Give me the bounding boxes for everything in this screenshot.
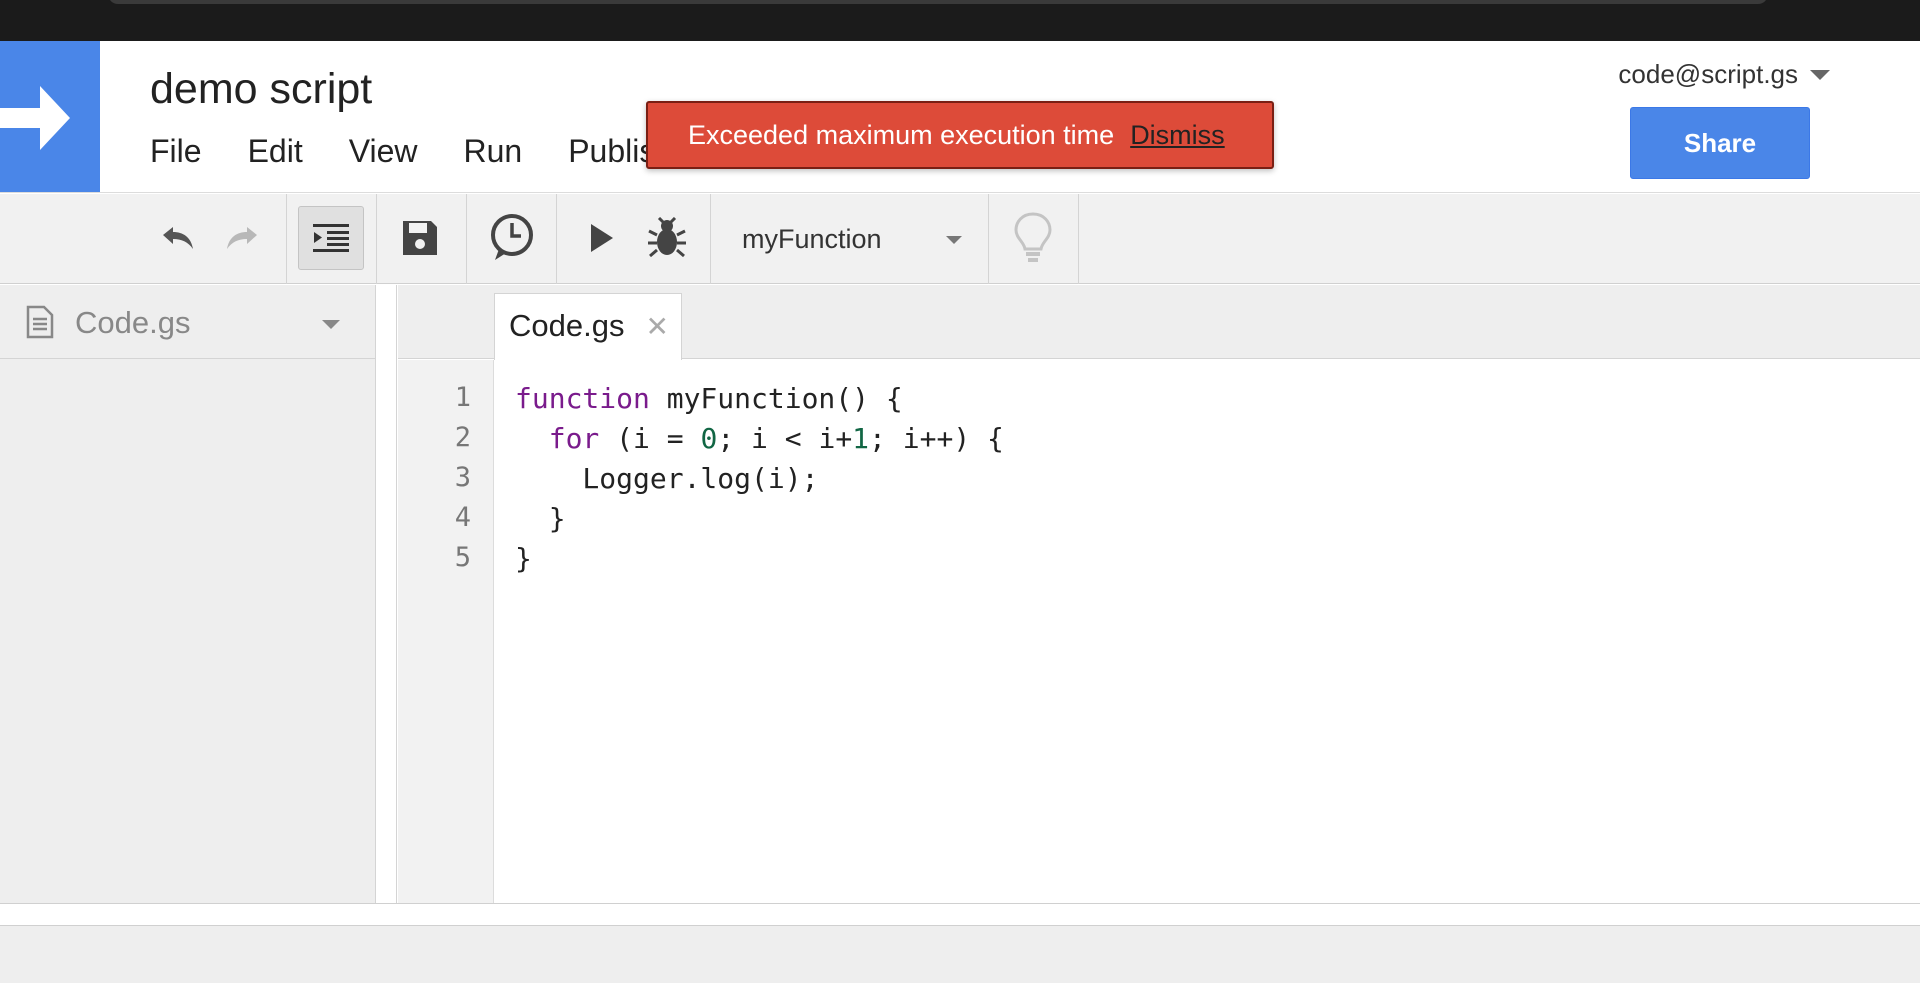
file-name: Code.gs	[75, 305, 191, 340]
run-icon	[591, 224, 613, 252]
toolbar-divider	[376, 194, 377, 284]
bottom-divider	[0, 903, 1920, 925]
editor-toolbar: myFunction	[0, 194, 1920, 284]
menu-view[interactable]: View	[349, 133, 418, 173]
menu-file[interactable]: File	[150, 133, 202, 173]
dismiss-link[interactable]: Dismiss	[1130, 120, 1225, 151]
code-editor[interactable]: function myFunction() { for (i = 0; i < …	[495, 360, 1920, 903]
run-button[interactable]	[580, 206, 624, 270]
error-toast: Exceeded maximum execution time Dismiss	[646, 101, 1274, 169]
account-switcher[interactable]: code@script.gs	[1618, 59, 1830, 90]
line-number-gutter: 1 2 3 4 5	[398, 360, 494, 903]
account-email: code@script.gs	[1618, 59, 1798, 89]
file-sidebar: Code.gs	[0, 285, 376, 903]
code-token: Logger.log(i);	[515, 462, 819, 495]
chevron-down-icon	[1810, 69, 1830, 80]
toolbar-divider	[466, 194, 467, 284]
document-icon	[26, 305, 54, 339]
line-number: 4	[454, 502, 471, 533]
code-token: myFunction() {	[649, 382, 903, 415]
redo-button[interactable]	[218, 206, 270, 270]
tab-label: Code.gs	[509, 308, 625, 343]
code-token: (i =	[599, 422, 701, 455]
save-button[interactable]	[396, 206, 444, 270]
code-number: 1	[852, 422, 870, 455]
code-keyword: function	[515, 382, 650, 415]
code-token: }	[515, 542, 532, 575]
code-token: }	[515, 502, 566, 535]
code-token: ; i++) {	[869, 422, 1004, 455]
code-line: for (i = 0; i < i+1; i++) {	[515, 422, 1004, 455]
toolbar-divider	[556, 194, 557, 284]
code-token: ; i < i+	[717, 422, 853, 455]
undo-icon	[163, 227, 193, 249]
close-icon[interactable]: ✕	[646, 310, 669, 343]
status-bar	[0, 925, 1920, 983]
lightbulb-icon	[1014, 212, 1052, 262]
toolbar-divider	[1078, 194, 1079, 284]
editor-tab-strip: Code.gs ✕	[398, 285, 1920, 360]
tab-code-gs[interactable]: Code.gs ✕	[494, 293, 682, 360]
undo-button[interactable]	[150, 206, 202, 270]
suggestions-button[interactable]	[1010, 206, 1056, 270]
line-number: 5	[454, 542, 471, 573]
line-number: 1	[454, 382, 471, 413]
toolbar-divider	[710, 194, 711, 284]
file-list-item[interactable]: Code.gs	[0, 285, 376, 359]
browser-address-pill	[108, 0, 1768, 4]
panel-splitter[interactable]	[377, 285, 397, 903]
code-line: function myFunction() {	[515, 382, 903, 415]
triggers-clock-icon	[491, 214, 533, 260]
menu-bar: File Edit View Run Publish	[150, 133, 719, 173]
toast-message: Exceeded maximum execution time	[688, 119, 1115, 150]
code-keyword: for	[548, 422, 600, 455]
line-number: 2	[454, 422, 471, 453]
chevron-down-icon[interactable]	[322, 320, 340, 329]
browser-top-strip	[0, 0, 1920, 41]
code-line: }	[515, 502, 566, 535]
menu-edit[interactable]: Edit	[248, 133, 303, 173]
toolbar-divider	[988, 194, 989, 284]
project-title[interactable]: demo script	[150, 65, 372, 114]
apps-script-logo[interactable]	[0, 41, 100, 192]
redo-icon	[227, 227, 257, 249]
share-button[interactable]: Share	[1630, 107, 1810, 179]
code-number: 0	[700, 422, 718, 455]
function-select-value: myFunction	[742, 223, 882, 254]
code-line: }	[515, 542, 532, 575]
debug-button[interactable]	[642, 206, 692, 270]
menu-run[interactable]: Run	[463, 133, 522, 173]
indent-toggle-button[interactable]	[298, 206, 364, 270]
arrow-right-icon	[0, 86, 70, 150]
toolbar-divider	[286, 194, 287, 284]
save-icon	[403, 221, 437, 255]
chevron-down-icon	[946, 236, 962, 244]
line-number: 3	[454, 462, 471, 493]
debug-bug-icon	[648, 217, 686, 258]
triggers-button[interactable]	[486, 206, 538, 270]
code-line: Logger.log(i);	[515, 462, 818, 495]
function-select[interactable]: myFunction	[742, 214, 962, 264]
indent-icon	[313, 224, 349, 252]
